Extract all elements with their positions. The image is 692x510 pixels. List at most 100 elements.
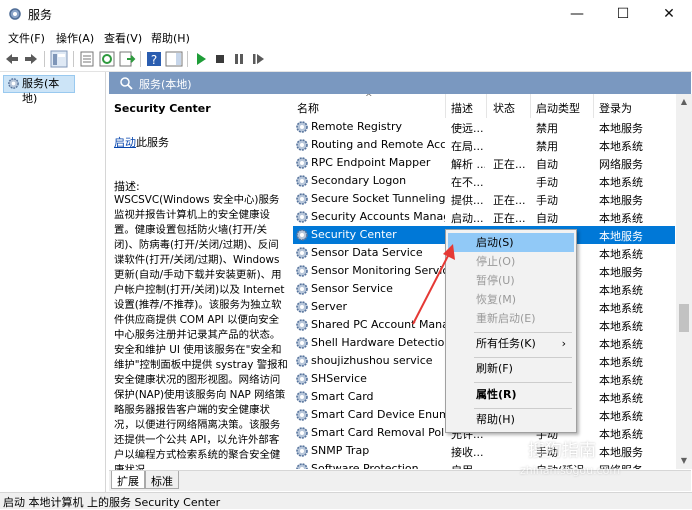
console-tree-icon[interactable]: [50, 50, 68, 68]
cell-startup-type: 禁用: [536, 140, 558, 153]
cell-log-on-as: 本地系统: [599, 410, 643, 423]
table-row[interactable]: Security Accounts Manag... 启动... 正在... 自动 本地…: [293, 208, 675, 226]
gear-icon: [296, 337, 308, 349]
tab-extended[interactable]: 扩展: [111, 471, 145, 489]
cell-log-on-as: 本地系统: [599, 140, 643, 153]
cell-name: Remote Registry: [311, 120, 402, 133]
cell-log-on-as: 本地系统: [599, 392, 643, 405]
start-service-icon[interactable]: [192, 50, 210, 68]
minimize-button[interactable]: —: [554, 0, 600, 28]
restart-service-icon[interactable]: [249, 50, 267, 68]
menu-item-properties[interactable]: 属性(R): [448, 385, 574, 404]
gear-icon: [296, 247, 308, 259]
status-bar: 启动 本地计算机 上的服务 Security Center: [0, 492, 692, 509]
cell-name: Shell Hardware Detection: [311, 336, 445, 349]
menu-item-all-tasks[interactable]: 所有任务(K) ›: [448, 334, 574, 353]
refresh-icon[interactable]: [98, 50, 116, 68]
vertical-scrollbar[interactable]: ▲ ▼: [676, 94, 692, 469]
description-pane: Security Center 启动此服务 描述: WSCSVC(Windows…: [109, 94, 289, 476]
cell-name: RPC Endpoint Mapper: [311, 156, 431, 169]
menu-item-start[interactable]: 启动(S): [448, 233, 574, 252]
column-header-log-on-as[interactable]: 登录为: [599, 100, 632, 116]
cell-name: Smart Card Device Enum...: [311, 408, 445, 421]
cell-description: 接收...: [451, 446, 484, 459]
close-button[interactable]: ✕: [646, 0, 692, 28]
table-row[interactable]: Remote Registry 使远... 禁用 本地服务: [293, 118, 675, 136]
menu-item-refresh[interactable]: 刷新(F): [448, 359, 574, 378]
gear-icon: [296, 319, 308, 331]
pause-service-icon[interactable]: [230, 50, 248, 68]
table-row[interactable]: Secure Socket Tunneling ... 提供... 正在... 手动 本…: [293, 190, 675, 208]
cell-name: Routing and Remote Acc...: [311, 138, 445, 151]
column-separator[interactable]: [486, 94, 487, 118]
description-text: WSCSVC(Windows 安全中心)服务监视并报告计算机上的安全健康设置。健…: [114, 194, 288, 476]
column-header-description[interactable]: 描述: [451, 100, 473, 116]
menu-item-stop[interactable]: 停止(O): [448, 252, 574, 271]
cell-log-on-as: 本地系统: [599, 248, 643, 261]
cell-name: SHService: [311, 372, 367, 385]
cell-log-on-as: 本地服务: [599, 230, 643, 243]
start-service-link[interactable]: 启动: [114, 136, 136, 149]
gear-icon: [296, 157, 308, 169]
help-icon[interactable]: ?: [145, 50, 163, 68]
table-row[interactable]: RPC Endpoint Mapper 解析 ... 正在... 自动 网络服务: [293, 154, 675, 172]
cell-log-on-as: 本地系统: [599, 284, 643, 297]
cell-description: 在局...: [451, 140, 484, 153]
cell-log-on-as: 本地系统: [599, 302, 643, 315]
gear-icon: [296, 463, 308, 469]
cell-log-on-as: 本地服务: [599, 194, 643, 207]
column-separator[interactable]: [445, 94, 446, 118]
menu-item-restart[interactable]: 重新启动(E): [448, 309, 574, 328]
column-header-name[interactable]: 名称: [297, 100, 319, 116]
tree-node-services-local[interactable]: 服务(本地): [3, 75, 75, 105]
scrollbar-thumb[interactable]: [679, 304, 689, 332]
back-arrow-icon[interactable]: [3, 50, 21, 68]
gear-icon: [296, 355, 308, 367]
maximize-button[interactable]: ☐: [600, 0, 646, 28]
cell-description: 在不...: [451, 176, 484, 189]
main-header-title: 服务(本地): [139, 78, 192, 91]
toolbar-separator: [73, 51, 74, 67]
table-row[interactable]: Routing and Remote Acc... 在局... 禁用 本地系统: [293, 136, 675, 154]
search-icon: [120, 77, 133, 90]
description-label: 描述:: [114, 180, 140, 193]
menu-item-resume[interactable]: 恢复(M): [448, 290, 574, 309]
forward-arrow-icon[interactable]: [22, 50, 40, 68]
cell-startup-type: 自动: [536, 158, 558, 171]
show-hide-action-pane-icon[interactable]: [165, 50, 183, 68]
cell-log-on-as: 本地系统: [599, 320, 643, 333]
gear-icon: [296, 391, 308, 403]
cell-status: 正在...: [493, 194, 526, 207]
column-header-startup-type[interactable]: 启动类型: [536, 100, 580, 116]
gear-icon: [296, 409, 308, 421]
column-header-status[interactable]: 状态: [493, 100, 515, 116]
gear-icon: [296, 121, 308, 133]
export-list-icon[interactable]: [118, 50, 136, 68]
annotation-arrow-icon: [412, 244, 455, 325]
menu-help[interactable]: 帮助(H): [151, 30, 190, 46]
scroll-up-arrow-icon[interactable]: ▲: [676, 94, 692, 110]
stop-service-icon[interactable]: [211, 50, 229, 68]
watermark-title: 搜狗指南: [528, 441, 596, 461]
cell-name: Software Protection: [311, 462, 419, 469]
watermark-url: zhinan.sogou.com: [520, 464, 621, 477]
properties-sheet-icon[interactable]: [78, 50, 96, 68]
cell-log-on-as: 网络服务: [599, 158, 643, 171]
cell-description: 解析 ...: [451, 158, 485, 171]
table-row[interactable]: Secondary Logon 在不... 手动 本地系统: [293, 172, 675, 190]
column-separator[interactable]: [593, 94, 594, 118]
cell-name: Secure Socket Tunneling ...: [311, 192, 445, 205]
cell-name: Smart Card: [311, 390, 374, 403]
tab-standard[interactable]: 标准: [145, 471, 179, 489]
menu-action[interactable]: 操作(A): [56, 30, 94, 46]
cell-log-on-as: 本地系统: [599, 374, 643, 387]
menu-item-pause[interactable]: 暂停(U): [448, 271, 574, 290]
cell-startup-type: 手动: [536, 176, 558, 189]
window-title: 服务: [28, 8, 53, 22]
menu-item-help[interactable]: 帮助(H): [448, 410, 574, 429]
column-separator[interactable]: [530, 94, 531, 118]
menu-view[interactable]: 查看(V): [104, 30, 142, 46]
menu-file[interactable]: 文件(F): [8, 30, 45, 46]
gear-icon: [296, 445, 308, 457]
title-bar: 服务 — ☐ ✕: [0, 0, 692, 28]
